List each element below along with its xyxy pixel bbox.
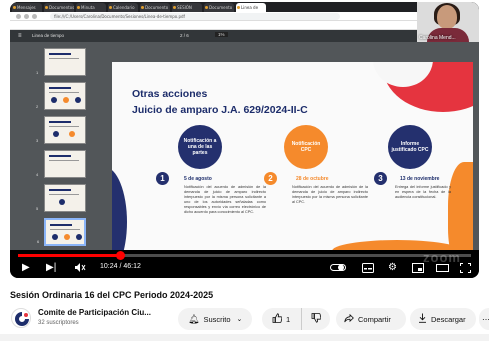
theater-icon[interactable] [436, 263, 449, 277]
volume-icon[interactable] [74, 262, 86, 277]
step-description: Entrega del informe justificado y en esp… [395, 185, 451, 199]
captured-thumbnail: 3 [36, 116, 86, 144]
decor-shape [112, 167, 127, 250]
dislike-icon [311, 313, 322, 325]
next-icon[interactable]: ▶| [46, 262, 56, 274]
captured-browser-screen: Mensajes Documentos Minuta Calendario Do… [10, 2, 479, 250]
step-circle-label: Notificación CPC [291, 141, 321, 153]
step-date: 28 de octubre [296, 176, 329, 182]
player-controls: ▶ ▶| 10:24 / 46:12 ⚙ [10, 250, 479, 278]
share-button[interactable]: Compartir [336, 308, 406, 330]
channel-avatar[interactable] [11, 308, 31, 328]
miniplayer-icon[interactable] [412, 263, 424, 277]
captured-thumbnail: 2 [36, 82, 86, 110]
autoplay-icon[interactable] [330, 263, 346, 276]
share-icon [344, 313, 354, 325]
subscriber-count: 32 suscriptores [38, 320, 79, 326]
step-circle-2: Notificación CPC [284, 125, 328, 169]
captured-forward-icon [24, 14, 29, 19]
subscribed-button[interactable]: 🔔︎ Suscrito ⌄ [178, 308, 252, 330]
play-icon[interactable]: ▶ [22, 262, 30, 274]
dislike-button[interactable] [302, 313, 330, 325]
like-count: 1 [286, 314, 291, 324]
thumbnail-number: 2 [36, 104, 39, 109]
decor-shape [448, 162, 473, 250]
subscribed-label: Suscrito [203, 314, 231, 324]
step-number: 3 [374, 172, 387, 185]
step-circle-label: Notificación a una de las partes [183, 138, 217, 156]
more-icon: ⋯ [482, 314, 489, 324]
captured-thumbnail: 4 [36, 150, 86, 178]
captured-thumbnail-sidebar: 1 2 3 4 5 6 [10, 42, 98, 250]
captured-bookmarks-bar: Categorias CPC CCCE CLVPE SNT Oficialia … [10, 21, 479, 35]
captured-tab: Documento [140, 3, 170, 12]
captured-tab: Calendario [108, 3, 138, 12]
thumbnail-number: 3 [36, 138, 39, 143]
captured-reload-icon [32, 14, 37, 19]
share-label: Compartir [358, 314, 391, 324]
captured-thumbnail: 1 [36, 48, 86, 76]
captured-tab: Mensajes [12, 3, 42, 12]
captured-tab: Documento [204, 3, 234, 12]
step-number: 2 [264, 172, 277, 185]
captured-thumbnail: 5 [36, 184, 86, 212]
download-label: Descargar [431, 314, 466, 324]
step-circle-1: Notificación a una de las partes [178, 125, 222, 169]
progress-scrubber[interactable] [116, 251, 125, 260]
captured-tab: Documentos [44, 3, 74, 12]
captured-tab-active: Linea de [236, 3, 266, 12]
thumbnail-number: 5 [36, 206, 39, 211]
captured-pdf-title: Linea de tiempo [32, 33, 65, 38]
captured-pdf-toolbar: ≡ Linea de tiempo 2 / 6 1% [10, 30, 479, 42]
download-button[interactable]: Descargar [410, 308, 476, 330]
step-date: 5 de agosto [184, 176, 212, 182]
fullscreen-icon[interactable] [460, 263, 471, 277]
presentation-slide: Otras acciones Juicio de amparo J.A. 629… [112, 62, 473, 250]
step-date: 13 de noviembre [400, 176, 440, 182]
chevron-down-icon: ⌄ [236, 316, 243, 323]
captured-address-bar: file:///C:/Users/Carolina/Documents/Sesi… [10, 12, 479, 21]
captured-pdf-viewport: Otras acciones Juicio de amparo J.A. 629… [98, 42, 479, 250]
time-display: 10:24 / 46:12 [100, 263, 141, 270]
step-circle-3: Informe justificado CPC [388, 125, 432, 169]
step-number: 1 [156, 172, 169, 185]
bell-icon: 🔔︎ [188, 313, 200, 324]
like-dislike-group: 1 [262, 308, 330, 330]
captured-menu-icon: ≡ [18, 33, 22, 39]
captured-pdf-page: 2 / 6 [180, 33, 189, 38]
captured-tab: SESIÓN [172, 3, 202, 12]
captured-thumbnail-selected: 6 [37, 218, 86, 246]
channel-name[interactable]: Comite de Participación Ciu... [38, 308, 151, 317]
step-description: Notificación del acuerdo de admisión de … [292, 185, 368, 204]
slide-subtitle: Juicio de amparo J.A. 629/2024-II-C [132, 104, 308, 116]
thumbnail-number: 6 [37, 239, 40, 244]
video-player[interactable]: Mensajes Documentos Minuta Calendario Do… [10, 2, 479, 278]
captured-back-icon [16, 14, 21, 19]
more-actions-button[interactable]: ⋯ [479, 308, 489, 330]
captured-url: file:///C:/Users/Carolina/Documents/Sesi… [50, 13, 340, 20]
decor-shape [332, 240, 462, 250]
progress-bar[interactable] [18, 251, 471, 260]
captured-tab-strip: Mensajes Documentos Minuta Calendario Do… [10, 2, 479, 12]
like-button[interactable]: 1 [262, 308, 302, 330]
subtitles-icon[interactable] [362, 263, 374, 277]
time-total: 46:12 [123, 263, 141, 270]
presenter-camera: Carolina Mend... [417, 2, 479, 42]
captured-tab: Minuta [76, 3, 106, 12]
time-current: 10:24 [100, 263, 118, 270]
step-description: Notificación del acuerdo de admisión de … [184, 185, 266, 214]
thumbnail-number: 1 [36, 70, 39, 75]
presenter-name: Carolina Mend... [419, 35, 456, 41]
next-section-strip [0, 334, 489, 341]
presenter-face [437, 5, 457, 29]
download-icon [418, 313, 427, 325]
thumbnail-number: 4 [36, 172, 39, 177]
progress-fill [18, 254, 120, 257]
slide-title: Otras acciones [132, 88, 208, 100]
like-icon [272, 313, 283, 325]
video-title: Sesión Ordinaria 16 del CPC Periodo 2024… [10, 290, 214, 300]
step-circle-label: Informe justificado CPC [391, 141, 429, 153]
captured-pdf-zoom: 1% [215, 32, 228, 37]
settings-icon[interactable]: ⚙ [388, 262, 397, 274]
